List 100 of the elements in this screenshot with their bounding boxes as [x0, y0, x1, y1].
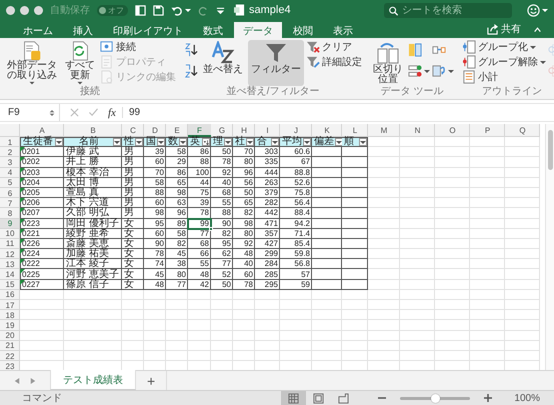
- row-number[interactable]: 23: [0, 361, 20, 370]
- empty-cell: [400, 350, 435, 362]
- row-number[interactable]: 21: [0, 340, 20, 351]
- column-heading[interactable]: L: [342, 124, 368, 137]
- column-heading[interactable]: B: [64, 124, 122, 137]
- filter-button[interactable]: [359, 138, 367, 146]
- row-number[interactable]: 13: [0, 259, 20, 270]
- search-field[interactable]: シートを検索: [384, 2, 512, 18]
- name-box[interactable]: F9: [0, 104, 60, 121]
- filter-button[interactable]: [135, 138, 143, 146]
- row-number[interactable]: 14: [0, 269, 20, 280]
- column-heading[interactable]: K: [312, 124, 342, 137]
- table-cell: 94.2: [280, 218, 312, 229]
- ribbon-tab[interactable]: 校閲: [284, 22, 322, 38]
- row-number[interactable]: 5: [0, 178, 20, 188]
- row-number[interactable]: 22: [0, 350, 20, 362]
- ribbon-button[interactable]: 区切り位置: [370, 40, 406, 86]
- empty-cell: [505, 208, 540, 218]
- row-number[interactable]: 11: [0, 238, 20, 250]
- empty-cell: [255, 320, 280, 331]
- column-heading[interactable]: O: [435, 124, 470, 137]
- column-heading[interactable]: D: [144, 124, 166, 137]
- smiley-icon: [527, 4, 540, 16]
- ribbon-button[interactable]: クリア: [306, 40, 362, 54]
- table-cell: 0205: [20, 188, 64, 198]
- filter-button[interactable]: [179, 138, 187, 146]
- ribbon-tab[interactable]: 挿入: [64, 22, 102, 38]
- share-button[interactable]: 共有: [487, 21, 521, 37]
- row-number[interactable]: 18: [0, 310, 20, 320]
- minimize-button[interactable]: [20, 6, 29, 14]
- ribbon-button[interactable]: 外部データの取り込み: [4, 40, 60, 86]
- empty-cell: [400, 320, 435, 331]
- column-heading[interactable]: P: [470, 124, 505, 137]
- column-heading[interactable]: J: [280, 124, 312, 137]
- zoom-slider[interactable]: [400, 396, 470, 400]
- close-button[interactable]: [6, 6, 15, 14]
- ribbon-button[interactable]: 接続: [100, 40, 176, 54]
- filter-button[interactable]: [303, 138, 311, 146]
- column-heading[interactable]: F: [188, 124, 211, 137]
- filter-button[interactable]: [246, 138, 254, 146]
- filter-button[interactable]: [271, 138, 279, 146]
- row-number[interactable]: 16: [0, 290, 20, 300]
- column-heading[interactable]: A: [20, 124, 64, 137]
- column-heading[interactable]: G: [211, 124, 233, 137]
- filter-button[interactable]: [157, 138, 165, 146]
- empty-cell: [144, 290, 166, 300]
- column-heading[interactable]: I: [255, 124, 280, 137]
- empty-cell: [368, 290, 400, 300]
- column-heading[interactable]: E: [166, 124, 188, 137]
- empty-cell: [342, 168, 368, 178]
- row-number[interactable]: 20: [0, 330, 20, 341]
- zoom-level: 100%: [514, 392, 540, 404]
- empty-cell: [122, 350, 144, 362]
- filter-button[interactable]: [55, 138, 63, 146]
- row-number[interactable]: 15: [0, 280, 20, 290]
- row-number[interactable]: 17: [0, 300, 20, 310]
- scrollbar[interactable]: [545, 124, 554, 370]
- column-heading[interactable]: M: [368, 124, 400, 137]
- row-number[interactable]: 9: [0, 218, 20, 229]
- column-heading[interactable]: Q: [505, 124, 540, 137]
- ribbon-button[interactable]: グループ解除: [462, 55, 546, 69]
- ribbon-button[interactable]: フィルター: [248, 40, 304, 86]
- row-number[interactable]: 3: [0, 157, 20, 168]
- ribbon-tab[interactable]: 数式: [194, 22, 232, 38]
- column-heading[interactable]: N: [400, 124, 435, 137]
- row-number[interactable]: 8: [0, 208, 20, 218]
- column-heading[interactable]: H: [233, 124, 255, 137]
- empty-cell: [188, 310, 211, 320]
- empty-cell: [312, 238, 342, 250]
- table-cell: 82: [166, 238, 188, 250]
- ribbon-button[interactable]: 詳細設定: [306, 55, 362, 69]
- row-number[interactable]: 4: [0, 168, 20, 178]
- column-heading[interactable]: C: [122, 124, 144, 137]
- row-number[interactable]: 12: [0, 249, 20, 260]
- row-number[interactable]: 10: [0, 228, 20, 239]
- row-number[interactable]: 19: [0, 320, 20, 331]
- row-number[interactable]: 7: [0, 198, 20, 208]
- ribbon-button[interactable]: グループ化: [462, 40, 546, 54]
- filter-button[interactable]: [113, 138, 121, 146]
- ribbon-button[interactable]: すべて更新: [62, 40, 98, 86]
- ribbon-tab[interactable]: 表示: [324, 22, 362, 38]
- ribbon-tab[interactable]: データ: [234, 22, 282, 38]
- sheet-tab[interactable]: テスト成績表: [50, 370, 136, 390]
- row-number[interactable]: 6: [0, 188, 20, 198]
- fill-handle[interactable]: [209, 226, 213, 231]
- row-number[interactable]: 2: [0, 147, 20, 158]
- row-number[interactable]: 1: [0, 137, 20, 148]
- empty-cell: [435, 178, 470, 188]
- function-button[interactable]: fx: [108, 106, 116, 118]
- filter-button[interactable]: [202, 138, 210, 146]
- ribbon-tab[interactable]: 印刷レイアウト: [104, 22, 192, 38]
- empty-cell: [400, 208, 435, 218]
- view-button[interactable]: [281, 391, 306, 405]
- ribbon-button[interactable]: 並べ替え: [200, 40, 246, 86]
- filter-button[interactable]: [224, 138, 232, 146]
- zoom-button[interactable]: [34, 6, 43, 14]
- table-cell: 0227: [20, 280, 64, 290]
- formula-field[interactable]: 99: [122, 107, 140, 118]
- ribbon-tab[interactable]: ホーム: [14, 22, 62, 38]
- ribbon-button[interactable]: 小計: [462, 70, 546, 84]
